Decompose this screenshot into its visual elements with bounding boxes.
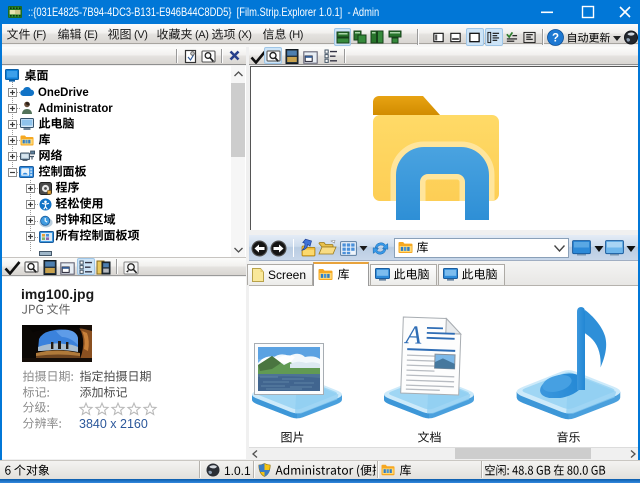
svg-text:?: ?	[552, 33, 559, 45]
svg-text:A: A	[403, 320, 422, 350]
